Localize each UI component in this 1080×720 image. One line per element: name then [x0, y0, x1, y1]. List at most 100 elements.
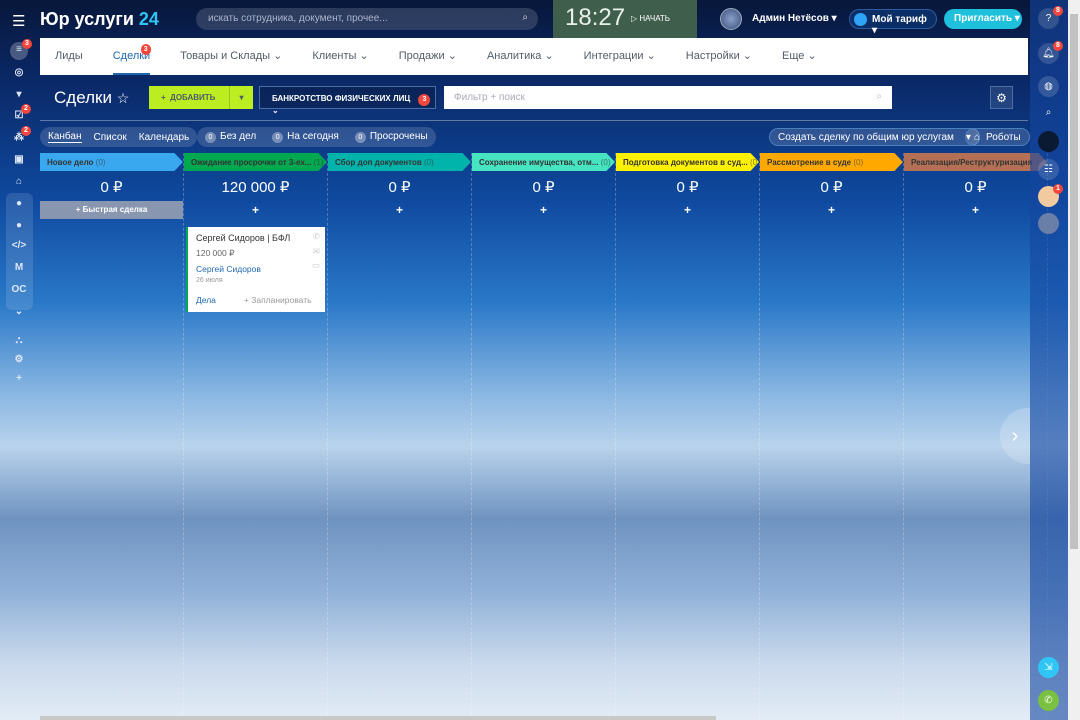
add-deal-plus[interactable]: + [760, 203, 903, 217]
user-menu[interactable]: Админ Нетёсов ▾ [752, 13, 837, 24]
counter-label: Без дел [220, 131, 257, 142]
open-lines-icon[interactable]: ⇲ [1038, 657, 1059, 678]
chat-icon[interactable]: ◍ [1038, 76, 1059, 97]
search-icon[interactable]: ⌕ [1038, 102, 1059, 123]
quick-deal-button[interactable]: + Быстрая сделка [40, 201, 183, 219]
cart-icon[interactable]: ▾ [11, 87, 27, 103]
target-icon[interactable]: ◎ [11, 65, 27, 81]
crm-badge: 3 [22, 39, 32, 49]
add-deal-plus[interactable]: + [904, 203, 1047, 217]
add-deal-plus[interactable]: + [184, 203, 327, 217]
horizontal-scrollbar[interactable] [40, 716, 716, 720]
group-chat-icon[interactable]: ☷ [1038, 159, 1059, 180]
user-avatar[interactable] [720, 8, 742, 30]
tariff-button[interactable]: Мой тариф ▾ [849, 9, 937, 36]
view-list[interactable]: Список [94, 132, 127, 143]
gear-icon[interactable]: ⚙ [11, 352, 27, 368]
start-button[interactable]: ▷ НАЧАТЬ [631, 14, 670, 23]
column-header[interactable]: Сохранение имущества, отм... (0) [472, 153, 615, 171]
robots-button[interactable]: ⌂ Роботы [965, 128, 1030, 146]
robot-icon: ⌂ [974, 131, 981, 143]
app-oc[interactable]: OC [11, 282, 27, 298]
phone-icon[interactable]: ✆ [313, 231, 320, 242]
app-m[interactable]: M [11, 260, 27, 276]
deal-contact[interactable]: Сергей Сидоров [196, 264, 317, 274]
deal-tasks-link[interactable]: Дела [196, 295, 216, 305]
column-header[interactable]: Новое дело (0) [40, 153, 183, 171]
logo[interactable]: Юр услуги 24 [40, 9, 159, 30]
view-kanban[interactable]: Канбан [48, 131, 82, 143]
workflow-icon[interactable]: ⁂ 2 [11, 126, 31, 146]
column-header[interactable]: Подготовка документов в суд... (0) [616, 153, 759, 171]
column-header[interactable]: Сбор доп документов (0) [328, 153, 471, 171]
add-deal-plus[interactable]: + [472, 203, 615, 217]
menu-item-label: Аналитика ⌄ [486, 50, 554, 62]
menu-item[interactable]: Настройки ⌄ [686, 38, 752, 75]
chat-icon[interactable]: ▭ [312, 260, 320, 271]
column-header[interactable]: Рассмотрение в суде (0) [760, 153, 903, 171]
menu-item[interactable]: Еще ⌄ [782, 38, 817, 75]
quick-deal-label: Быстрая сделка [82, 205, 148, 214]
settings-button[interactable]: ⚙ [990, 86, 1013, 109]
view-calendar[interactable]: Календарь [139, 132, 189, 143]
star-icon[interactable]: ☆ [117, 90, 130, 106]
column-title: Ожидание просрочки от 3-ех... [191, 158, 312, 167]
column-count: (1) [313, 158, 324, 167]
mail-icon[interactable]: ✉ [313, 246, 320, 257]
box-icon-2[interactable]: ● [11, 218, 27, 234]
help-icon[interactable]: ? 8 [1038, 6, 1063, 29]
contact-card-icon[interactable]: ▣ [11, 152, 27, 168]
column-title: Рассмотрение в суде [767, 158, 852, 167]
phone-icon[interactable]: ✆ [1038, 690, 1059, 711]
menu-item[interactable]: Сделки 3 [112, 38, 151, 75]
menu-item[interactable]: Аналитика ⌄ [487, 38, 554, 75]
column-header[interactable]: Ожидание просрочки от 3-ех... (1) [184, 153, 327, 171]
category-selector[interactable]: БАНКРОТСТВО ФИЗИЧЕСКИХ ЛИЦ 3 ⌄ [259, 86, 436, 115]
menu-item[interactable]: Клиенты ⌄ [312, 38, 368, 75]
tasks-badge: 2 [21, 104, 31, 114]
menu-item[interactable]: Интеграции ⌄ [584, 38, 656, 75]
menu-item[interactable]: Продажи ⌄ [399, 38, 457, 75]
app-avatar[interactable] [1038, 131, 1059, 152]
invite-button[interactable]: Пригласить ▾ [944, 9, 1022, 29]
search-input[interactable]: искать сотрудника, документ, прочее... ⌕ [196, 8, 538, 30]
page-title: Сделки ☆ [54, 88, 129, 108]
plan-activity-link[interactable]: + Запланировать [244, 295, 312, 305]
bell-badge: 8 [1053, 41, 1063, 51]
add-button[interactable]: + ДОБАВИТЬ ▾ [149, 86, 253, 109]
add-deal-plus[interactable]: + [616, 203, 759, 217]
filter-input[interactable]: Фильтр + поиск ⌕ [444, 86, 892, 109]
counter-overdue[interactable]: 0 Просрочены [354, 131, 428, 143]
bell-icon[interactable]: 🔔︎ 8 [1038, 41, 1063, 64]
work-timer[interactable]: 18:27 ▷ НАЧАТЬ [553, 0, 697, 38]
left-sidebar: ≡ 3 ◎ ▾ ☑ 2 ⁂ 2 ▣ ⌂ ● ● </> M OC ⌄ ⛬ ⚙ + [0, 38, 38, 720]
add-dropdown[interactable]: ▾ [229, 86, 253, 109]
tasks-icon[interactable]: ☑ 2 [11, 104, 31, 124]
menu-icon[interactable]: ☰ [12, 12, 25, 30]
contact-avatar[interactable]: 1 [1038, 184, 1063, 207]
view-switcher: Канбан Список Календарь [40, 127, 198, 147]
sitemap-icon[interactable]: ⛬ [11, 333, 27, 349]
menu-item[interactable]: Лиды [55, 38, 83, 75]
chevron-down-icon[interactable]: ⌄ [11, 304, 27, 320]
crm-icon[interactable]: ≡ 3 [10, 39, 32, 60]
counter-value: 0 [354, 132, 366, 143]
menu-item[interactable]: Товары и Склады ⌄ [180, 38, 282, 75]
deal-card[interactable]: Сергей Сидоров | БФЛ 120 000 ₽ Сергей Си… [186, 227, 325, 312]
scrollbar-thumb[interactable] [1070, 14, 1078, 549]
add-deal-plus[interactable]: + [328, 203, 471, 217]
deal-amount: 120 000 ₽ [196, 248, 235, 258]
contact-badge: 1 [1053, 184, 1063, 194]
box-icon[interactable]: ● [11, 196, 27, 212]
start-label: НАЧАТЬ [639, 14, 671, 23]
robot-icon[interactable]: ⌂ [11, 174, 27, 190]
right-sidebar: ? 8 🔔︎ 8 ◍ ⌕ ☷ 1 ⇲ ✆ [1030, 0, 1068, 720]
column-header[interactable]: Реализация/Реструктуризация [904, 153, 1047, 171]
counter-no-tasks[interactable]: 0 Без дел [205, 131, 256, 143]
contact-avatar-2[interactable] [1038, 213, 1059, 234]
deal-title[interactable]: Сергей Сидоров | БФЛ [196, 233, 317, 243]
plus-icon[interactable]: + [11, 371, 27, 387]
create-deal-button[interactable]: Создать сделку по общим юр услугам ▾ [769, 128, 980, 146]
counter-today[interactable]: 0 На сегодня [272, 131, 339, 143]
code-icon[interactable]: </> [11, 238, 27, 254]
